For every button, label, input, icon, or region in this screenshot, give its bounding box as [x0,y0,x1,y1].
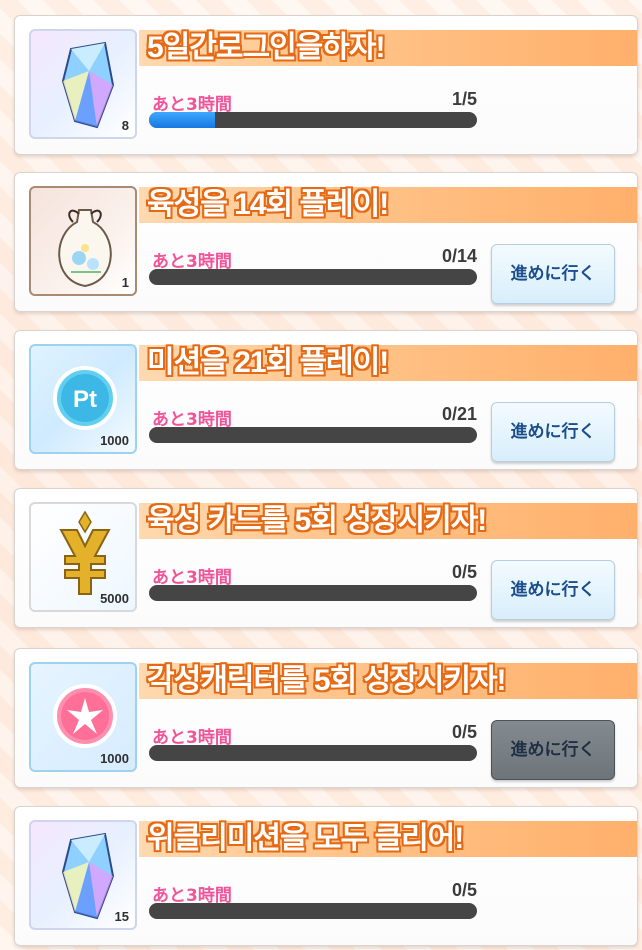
mission-card: 1000 각성캐릭터를 5회 성장시키자! あと3時間 0/5 進めに行く [14,648,638,788]
go-to-mission-button[interactable]: 進めに行く [491,244,615,304]
go-to-mission-button[interactable]: 進めに行く [491,720,615,780]
reward-frame: 1 [29,186,137,296]
progress-count: 1/5 [451,89,477,109]
progress-bar [149,585,477,601]
mission-card: Pt 1000 미션을 21회 플레이! あと3時間 0/21 進めに行く [14,330,638,470]
reward-frame: 15 [29,820,137,930]
reward-frame: 5000 [29,502,137,612]
progress-bar [149,903,477,919]
progress-count: 0/5 [451,562,477,582]
reward-quantity: 1 [121,275,129,290]
mission-card: 15 위클리미션을 모두 클리어! あと3時間 0/5 [14,806,638,946]
mission-title: 위클리미션을 모두 클리어! [147,822,464,855]
mission-title: 각성캐릭터를 5회 성장시키자! [147,664,507,697]
mission-title: 육성을 14회 플레이! [147,188,389,221]
mission-card: 1 육성을 14회 플레이! あと3時間 0/14 進めに行く [14,172,638,312]
svg-text:Pt: Pt [73,386,97,413]
progress-count: 0/5 [451,880,477,900]
mission-title: 미션을 21회 플레이! [147,346,389,379]
progress-fill [149,112,215,128]
progress-count: 0/21 [441,404,477,424]
progress-bar [149,269,477,285]
reward-quantity: 1000 [100,751,129,766]
progress-bar [149,427,477,443]
mission-card: 5000 육성 카드를 5회 성장시키자! あと3時間 0/5 進めに行く [14,488,638,628]
reward-quantity: 8 [121,118,129,133]
progress-count: 0/14 [441,246,477,266]
weekly-mission-list: 8 5일간로그인을하자! あと3時間 1/5 1 육성을 14회 플레이! あと… [0,0,642,950]
progress-count: 0/5 [451,722,477,742]
reward-frame: 1000 [29,662,137,772]
reward-quantity: 5000 [100,591,129,606]
mission-title: 5일간로그인을하자! [147,31,385,64]
reward-quantity: 1000 [100,433,129,448]
mission-title: 육성 카드를 5회 성장시키자! [147,504,487,537]
mission-card: 8 5일간로그인을하자! あと3時間 1/5 [14,15,638,155]
progress-bar [149,745,477,761]
reward-frame: Pt 1000 [29,344,137,454]
progress-bar [149,112,477,128]
go-to-mission-button[interactable]: 進めに行く [491,402,615,462]
reward-quantity: 15 [114,909,129,924]
go-to-mission-button[interactable]: 進めに行く [491,560,615,620]
reward-frame: 8 [29,29,137,139]
